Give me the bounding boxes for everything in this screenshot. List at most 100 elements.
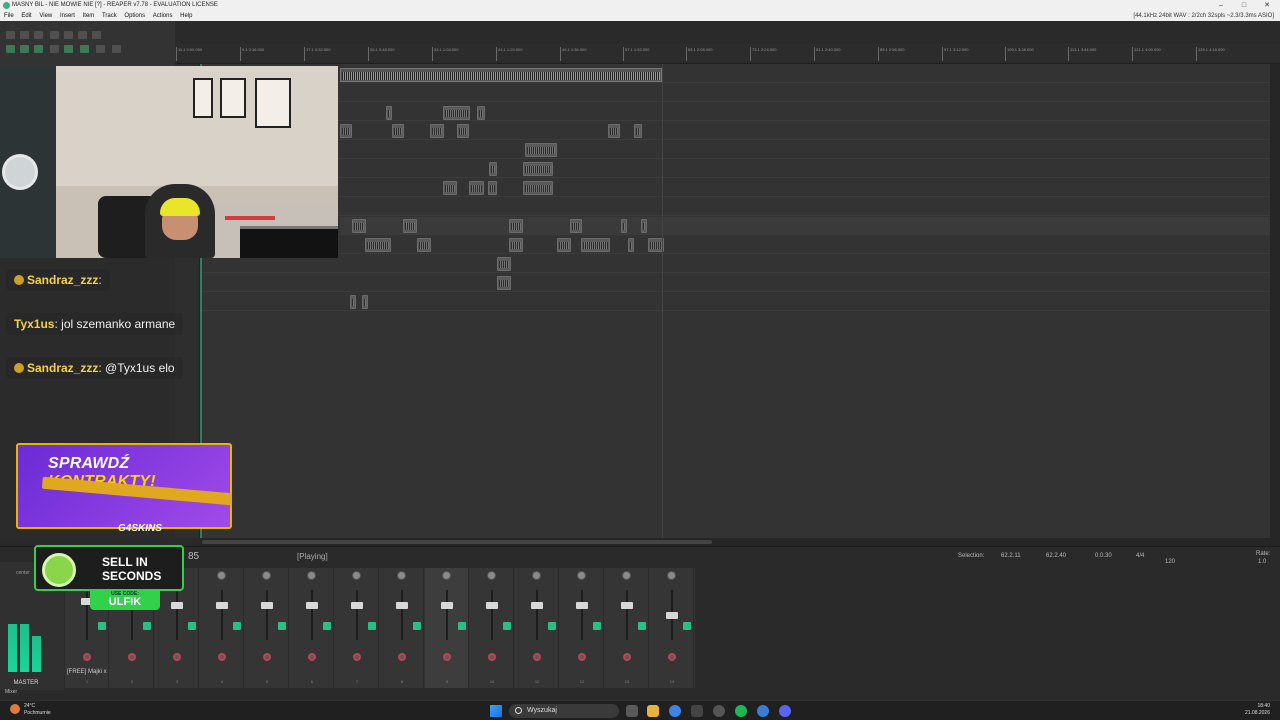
pan-knob[interactable] — [307, 571, 316, 580]
lock-items-icon[interactable] — [96, 45, 105, 53]
fx-button[interactable] — [233, 622, 241, 630]
menu-insert[interactable]: Insert — [60, 13, 75, 19]
new-project-icon[interactable] — [6, 31, 15, 39]
fx-button[interactable] — [323, 622, 331, 630]
pan-knob[interactable] — [532, 571, 541, 580]
media-item[interactable] — [634, 124, 642, 138]
pan-knob[interactable] — [667, 571, 676, 580]
fx-button[interactable] — [98, 622, 106, 630]
volume-fader[interactable] — [666, 612, 678, 619]
maximize-button[interactable]: □ — [1233, 0, 1255, 11]
volume-fader[interactable] — [396, 602, 408, 609]
ripple-edit-icon[interactable] — [20, 45, 29, 53]
undo-icon[interactable] — [64, 31, 73, 39]
fx-button[interactable] — [188, 622, 196, 630]
menu-item[interactable]: Item — [83, 13, 95, 19]
record-arm-button[interactable] — [533, 653, 541, 661]
loop-icon[interactable] — [80, 45, 89, 53]
envelope-icon[interactable] — [34, 45, 43, 53]
browser-icon[interactable] — [757, 705, 769, 717]
fx-button[interactable] — [278, 622, 286, 630]
chrome-icon[interactable] — [669, 705, 681, 717]
volume-fader[interactable] — [576, 602, 588, 609]
master-audio-item[interactable] — [340, 68, 662, 82]
media-item[interactable] — [608, 124, 620, 138]
menu-actions[interactable]: Actions — [153, 13, 173, 19]
fx-button[interactable] — [638, 622, 646, 630]
spotify-icon[interactable] — [735, 705, 747, 717]
menu-options[interactable]: Options — [124, 13, 145, 19]
system-clock[interactable]: 18:40 21.08.2026 — [1245, 703, 1270, 717]
media-item[interactable] — [352, 219, 366, 233]
media-item[interactable] — [488, 181, 497, 195]
volume-fader[interactable] — [351, 602, 363, 609]
pan-knob[interactable] — [217, 571, 226, 580]
media-item[interactable] — [523, 181, 553, 195]
media-item[interactable] — [581, 238, 610, 252]
volume-fader[interactable] — [441, 602, 453, 609]
file-explorer-icon[interactable] — [647, 705, 659, 717]
time-signature[interactable]: 4/4 — [1136, 553, 1144, 559]
record-arm-button[interactable] — [128, 653, 136, 661]
grid-snap-icon[interactable] — [6, 45, 15, 53]
media-item[interactable] — [443, 106, 470, 120]
record-arm-button[interactable] — [263, 653, 271, 661]
volume-fader[interactable] — [216, 602, 228, 609]
pan-knob[interactable] — [442, 571, 451, 580]
fx-button[interactable] — [548, 622, 556, 630]
pan-knob[interactable] — [622, 571, 631, 580]
volume-fader[interactable] — [486, 602, 498, 609]
selection-start[interactable]: 62.2.11 — [1001, 553, 1021, 559]
menu-help[interactable]: Help — [180, 13, 192, 19]
reaper-icon[interactable] — [713, 705, 725, 717]
pan-knob[interactable] — [352, 571, 361, 580]
pan-knob[interactable] — [262, 571, 271, 580]
horizontal-scrollbar[interactable] — [200, 538, 1280, 546]
record-arm-button[interactable] — [443, 653, 451, 661]
media-item[interactable] — [340, 124, 352, 138]
fx-button[interactable] — [413, 622, 421, 630]
fx-button[interactable] — [458, 622, 466, 630]
auto-crossfade-icon[interactable] — [64, 45, 73, 53]
media-item[interactable] — [525, 143, 557, 157]
media-item[interactable] — [509, 238, 523, 252]
tool-pointer-icon[interactable] — [112, 45, 121, 53]
media-item[interactable] — [469, 181, 484, 195]
scrollbar-thumb[interactable] — [202, 540, 712, 544]
arrange-view[interactable] — [200, 64, 1270, 538]
media-item[interactable] — [497, 257, 511, 271]
record-arm-button[interactable] — [173, 653, 181, 661]
menu-edit[interactable]: Edit — [21, 13, 31, 19]
record-arm-button[interactable] — [83, 653, 91, 661]
record-arm-button[interactable] — [398, 653, 406, 661]
record-arm-button[interactable] — [578, 653, 586, 661]
media-item[interactable] — [457, 124, 469, 138]
redo-icon[interactable] — [78, 31, 87, 39]
selection-end[interactable]: 62.2.40 — [1046, 553, 1066, 559]
menu-track[interactable]: Track — [102, 13, 117, 19]
open-project-icon[interactable] — [20, 31, 29, 39]
tempo-bpm[interactable]: 120 — [1165, 559, 1175, 565]
fx-button[interactable] — [143, 622, 151, 630]
task-view-icon[interactable] — [626, 705, 638, 717]
windows-start-icon[interactable] — [490, 705, 502, 717]
save-project-icon[interactable] — [34, 31, 43, 39]
menu-file[interactable]: File — [4, 13, 14, 19]
media-item[interactable] — [523, 162, 553, 176]
vertical-scrollbar[interactable] — [1270, 64, 1280, 538]
media-item[interactable] — [350, 295, 356, 309]
media-item[interactable] — [443, 181, 457, 195]
media-item[interactable] — [628, 238, 634, 252]
selection-length[interactable]: 0.0.30 — [1095, 553, 1112, 559]
timeline-ruler[interactable]: 11.1 0:00.000 9.1 0:16.000 17.1 0:32.000… — [175, 44, 1280, 64]
media-item[interactable] — [497, 276, 511, 290]
metronome-icon[interactable] — [50, 45, 59, 53]
media-item[interactable] — [430, 124, 444, 138]
volume-fader[interactable] — [306, 602, 318, 609]
volume-fader[interactable] — [261, 602, 273, 609]
media-item[interactable] — [509, 219, 523, 233]
media-item[interactable] — [621, 219, 627, 233]
close-button[interactable]: ✕ — [1256, 0, 1278, 11]
media-item[interactable] — [365, 238, 391, 252]
media-item[interactable] — [386, 106, 392, 120]
